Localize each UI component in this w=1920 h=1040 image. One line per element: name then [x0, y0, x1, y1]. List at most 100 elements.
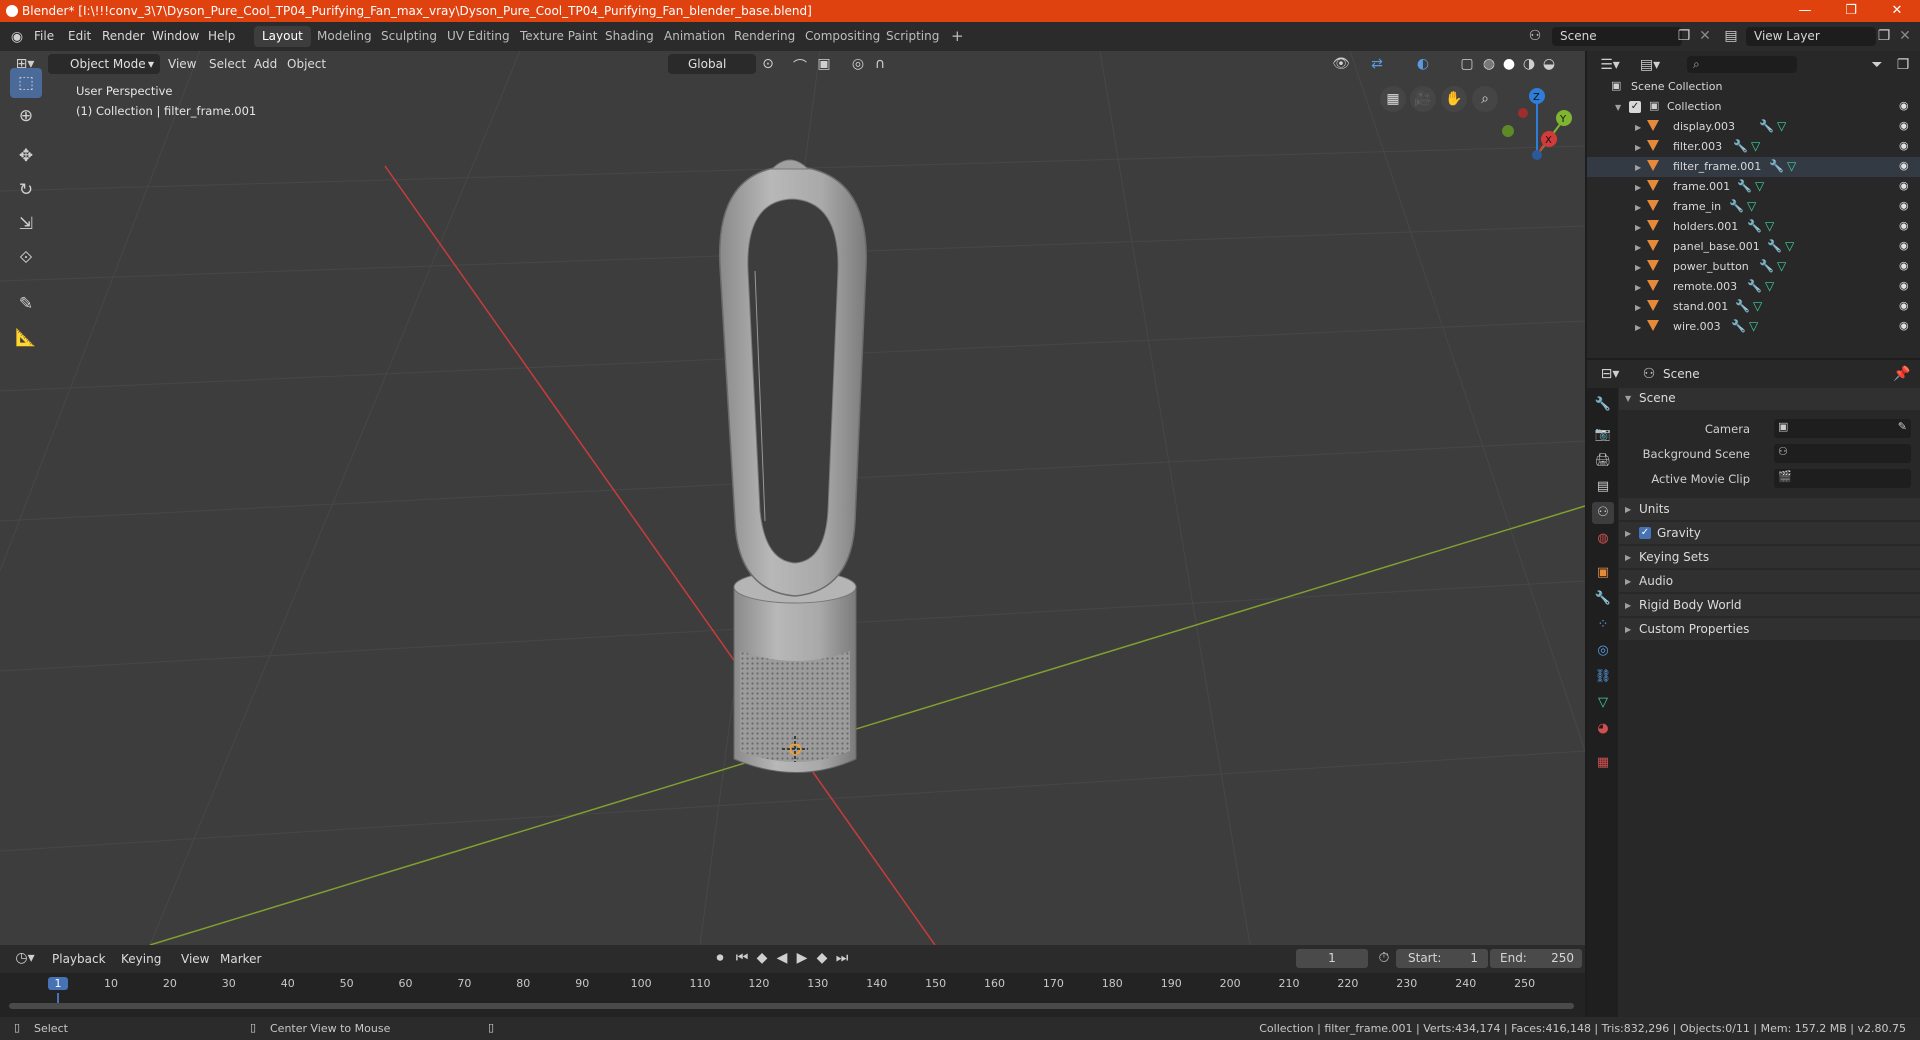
prev-keyframe-icon[interactable]: ◆: [754, 950, 770, 966]
tab-sculpting[interactable]: Sculpting: [373, 26, 445, 47]
modifier-wrench-icon[interactable]: 🔧: [1747, 219, 1762, 233]
keying-sets-section[interactable]: ▶ Keying Sets: [1619, 546, 1920, 568]
select-box-tool-icon[interactable]: ⬚: [10, 68, 42, 98]
modifier-tab-icon[interactable]: 🔧: [1592, 588, 1614, 610]
modifier-wrench-icon[interactable]: 🔧: [1769, 159, 1784, 173]
blender-menu-icon[interactable]: ◉: [8, 29, 26, 45]
expand-triangle-icon[interactable]: ▶: [1635, 303, 1641, 312]
snap-target-icon[interactable]: ▣: [814, 56, 834, 72]
solid-shading-icon[interactable]: ●: [1500, 56, 1518, 72]
view-layer-selector[interactable]: View Layer: [1746, 27, 1876, 46]
active-movie-clip-field[interactable]: 🎬: [1774, 469, 1911, 488]
object-tab-icon[interactable]: ▣: [1592, 562, 1614, 584]
render-tab-icon[interactable]: 📷: [1592, 424, 1614, 446]
expand-triangle-icon[interactable]: ▶: [1635, 283, 1641, 292]
mesh-data-icon[interactable]: ▽: [1765, 219, 1774, 233]
modifier-wrench-icon[interactable]: 🔧: [1731, 319, 1746, 333]
eye-icon[interactable]: ◉: [1899, 219, 1909, 232]
mesh-data-icon[interactable]: ▽: [1785, 239, 1794, 253]
menu-edit[interactable]: Edit: [68, 29, 91, 43]
menu-render[interactable]: Render: [102, 29, 145, 43]
expand-triangle-icon[interactable]: ▶: [1635, 163, 1641, 172]
snap-icon[interactable]: ⌒: [790, 56, 810, 76]
outliner-object-row[interactable]: ▶ filter_frame.001 🔧 ▽ ◉: [1587, 157, 1920, 177]
timeline-menu-playback[interactable]: Playback: [52, 952, 106, 966]
timeline-ruler[interactable]: 1 10 20 30 40 50 60 70 80 90 100 110 120 130 140 150 160…: [0, 973, 1585, 1017]
viewport-menu-view[interactable]: View: [168, 57, 196, 71]
material-shading-icon[interactable]: ◑: [1520, 56, 1538, 72]
scene-tab-icon[interactable]: ⚇: [1592, 502, 1614, 524]
outliner-object-row[interactable]: ▶ frame.001 🔧 ▽ ◉: [1587, 177, 1920, 197]
outliner-object-row[interactable]: ▶ filter.003 🔧 ▽ ◉: [1587, 137, 1920, 157]
grid-view-icon[interactable]: ▦: [1380, 86, 1406, 112]
pan-view-icon[interactable]: ✋: [1441, 86, 1467, 112]
record-icon[interactable]: ⏺: [712, 950, 728, 966]
rotate-tool-icon[interactable]: ↻: [10, 175, 42, 205]
wireframe-shading-icon[interactable]: ◍: [1480, 56, 1498, 72]
timeline-menu-view[interactable]: View: [181, 952, 209, 966]
tool-tab-icon[interactable]: 🔧: [1592, 394, 1614, 416]
start-frame-field[interactable]: Start: 1: [1396, 949, 1488, 968]
restore-button[interactable]: ❐: [1828, 0, 1874, 22]
outliner-object-row[interactable]: ▶ holders.001 🔧 ▽ ◉: [1587, 217, 1920, 237]
eyedropper-icon[interactable]: ✎: [1898, 420, 1907, 433]
outliner-object-row[interactable]: ▶ wire.003 🔧 ▽ ◉: [1587, 317, 1920, 337]
xray-toggle-icon[interactable]: ▢: [1456, 56, 1478, 72]
particles-tab-icon[interactable]: ⁘: [1592, 614, 1614, 636]
modifier-wrench-icon[interactable]: 🔧: [1767, 239, 1782, 253]
timeline-menu-marker[interactable]: Marker: [220, 952, 261, 966]
physics-tab-icon[interactable]: ◎: [1592, 640, 1614, 662]
outliner-scene-collection[interactable]: ▣ Scene Collection: [1587, 77, 1920, 97]
filter-icon[interactable]: ⏷: [1867, 57, 1887, 73]
mesh-data-icon[interactable]: ▽: [1777, 119, 1786, 133]
eye-icon[interactable]: ◉: [1899, 179, 1909, 192]
end-frame-field[interactable]: End: 250: [1490, 949, 1582, 968]
new-collection-icon[interactable]: ❐: [1893, 57, 1913, 73]
zoom-view-icon[interactable]: ⌕: [1472, 86, 1498, 112]
tab-texture-paint[interactable]: Texture Paint: [512, 26, 605, 47]
new-scene-icon[interactable]: ❐: [1676, 28, 1692, 44]
cursor-tool-icon[interactable]: ⊕: [10, 101, 42, 131]
timeline-menu-keying[interactable]: Keying: [121, 952, 161, 966]
outliner-object-row[interactable]: ▶ stand.001 🔧 ▽ ◉: [1587, 297, 1920, 317]
overlays-toggle-icon[interactable]: ◐: [1412, 56, 1434, 72]
proportional-edit-icon[interactable]: ◎: [848, 56, 868, 72]
modifier-wrench-icon[interactable]: 🔧: [1759, 119, 1774, 133]
3d-viewport[interactable]: Z Y X ⊞▾ Object Mode ▾ View Select Add O…: [0, 51, 1585, 945]
mesh-data-icon[interactable]: ▽: [1753, 299, 1762, 313]
rendered-shading-icon[interactable]: ◒: [1540, 56, 1558, 72]
collapse-triangle-icon[interactable]: ▼: [1615, 103, 1621, 112]
minimize-button[interactable]: —: [1782, 0, 1828, 22]
mode-dropdown[interactable]: Object Mode ▾: [48, 54, 160, 74]
output-tab-icon[interactable]: 🖨: [1592, 450, 1614, 472]
outliner-object-row[interactable]: ▶ power_button 🔧 ▽ ◉: [1587, 257, 1920, 277]
timeline-editor-type-icon[interactable]: ◷▾: [10, 950, 40, 966]
properties-editor-type-icon[interactable]: ⊟▾: [1597, 366, 1623, 382]
expand-triangle-icon[interactable]: ▶: [1635, 263, 1641, 272]
expand-triangle-icon[interactable]: ▶: [1635, 323, 1641, 332]
modifier-wrench-icon[interactable]: 🔧: [1729, 199, 1744, 213]
modifier-wrench-icon[interactable]: 🔧: [1733, 139, 1748, 153]
camera-view-icon[interactable]: 🎥: [1410, 86, 1436, 112]
gravity-checkbox[interactable]: ✓: [1639, 527, 1651, 539]
eye-icon[interactable]: ◉: [1899, 159, 1909, 172]
mesh-data-icon[interactable]: ▽: [1749, 319, 1758, 333]
outliner-search-input[interactable]: ⌕: [1687, 56, 1797, 73]
eye-icon[interactable]: ◉: [1899, 119, 1909, 132]
scene-selector[interactable]: Scene: [1552, 27, 1682, 46]
eye-icon[interactable]: ◉: [1899, 319, 1909, 332]
mesh-data-icon[interactable]: ▽: [1787, 159, 1796, 173]
new-view-layer-icon[interactable]: ❐: [1876, 28, 1892, 44]
expand-triangle-icon[interactable]: ▶: [1635, 143, 1641, 152]
expand-triangle-icon[interactable]: ▶: [1635, 183, 1641, 192]
pin-icon[interactable]: 📌: [1893, 366, 1911, 382]
eye-icon[interactable]: ◉: [1899, 199, 1909, 212]
stopwatch-icon[interactable]: ⏱: [1376, 950, 1392, 966]
tab-scripting[interactable]: Scripting: [878, 26, 947, 47]
texture-tab-icon[interactable]: ▦: [1592, 752, 1614, 774]
viewport-menu-select[interactable]: Select: [209, 57, 246, 71]
tab-rendering[interactable]: Rendering: [726, 26, 803, 47]
display-mode-icon[interactable]: ▤▾: [1637, 57, 1663, 73]
expand-triangle-icon[interactable]: ▶: [1635, 203, 1641, 212]
expand-triangle-icon[interactable]: ▶: [1635, 123, 1641, 132]
